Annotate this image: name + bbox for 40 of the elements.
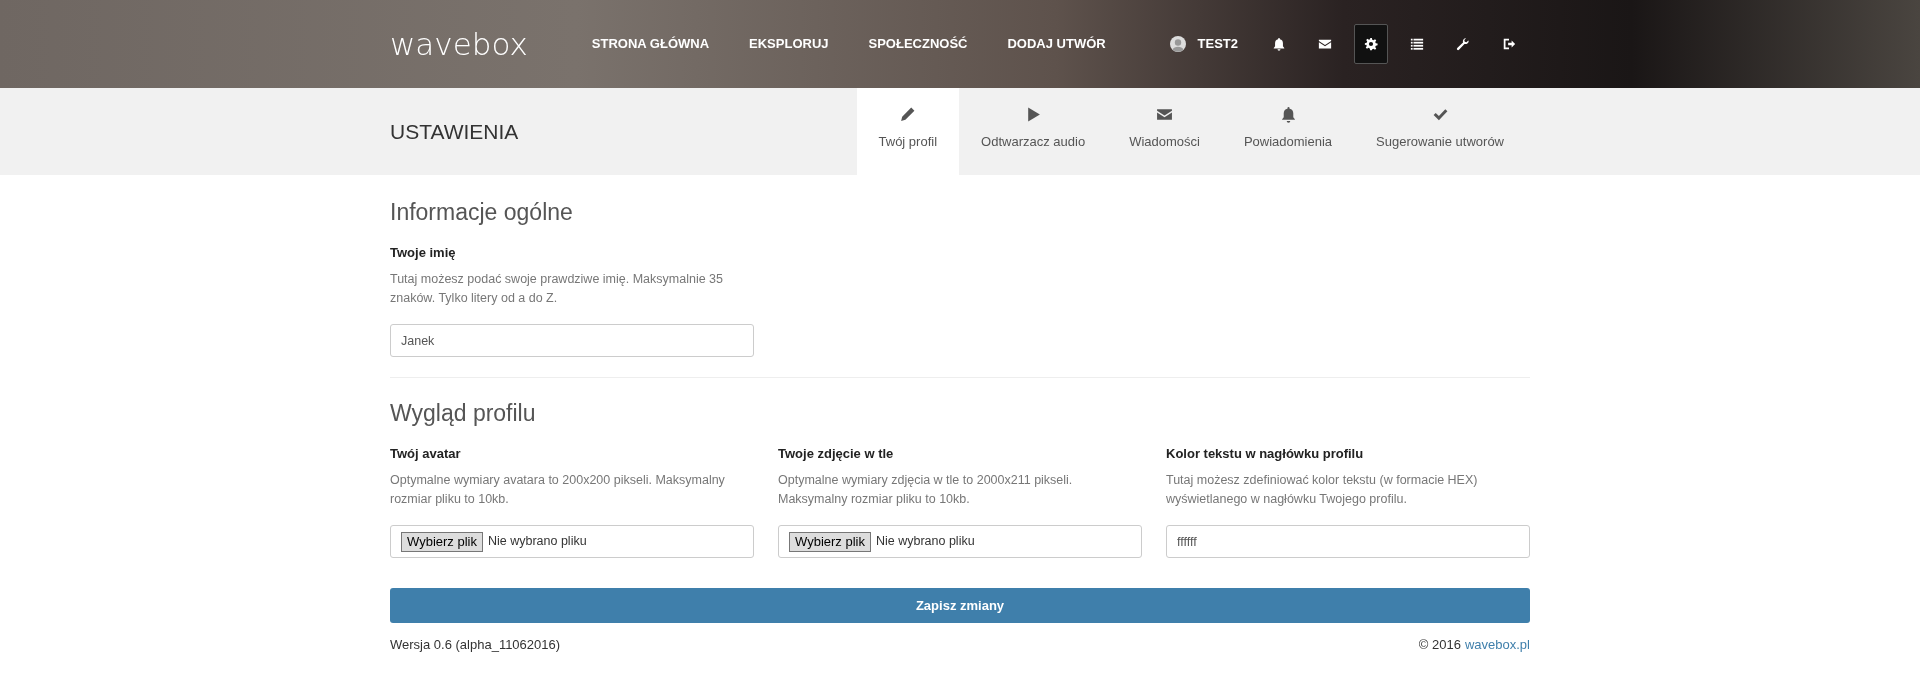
envelope-icon [1156,106,1173,123]
pencil-icon [899,106,917,123]
settings-tab[interactable]: Sugerowanie utworów [1354,88,1526,175]
file-field[interactable]: Wybierz plik Nie wybrano pliku [778,525,1142,559]
nav-link[interactable]: STRONA GŁÓWNA [583,34,718,54]
choose-file-button[interactable]: Wybierz plik [401,531,483,552]
settings-tab[interactable]: Powiadomienia [1221,88,1355,175]
save-button[interactable]: Zapisz zmiany [390,588,1530,624]
text-field[interactable]: ffffff [1166,525,1530,559]
check-icon [1431,106,1449,123]
choose-file-button[interactable]: Wybierz plik [789,531,871,552]
copyright-text: © 2016 [1418,636,1461,655]
file-field[interactable]: Wybierz plik Nie wybrano pliku [390,525,754,559]
settings-icon[interactable] [1354,24,1388,64]
field-label: Twoje imię [390,243,457,262]
nav-link[interactable]: EKSPLORUJ [741,34,837,54]
help-text: Optymalne wymiary zdjęcia w tle to 2000x211 pikseli. Maksymalny rozmiar pliku to 10kb. [778,472,1074,509]
help-text: Optymalne wymiary avatara to 200x200 pikseli. Maksymalny rozmiar pliku to 10kb. [390,472,726,509]
section-title: Informacje ogólne [390,199,574,227]
settings-tab[interactable]: Odtwarzacz audio [959,88,1108,175]
username[interactable]: TEST2 [1197,34,1238,54]
bell-icon [1279,106,1297,123]
help-text: Tutaj możesz zdefiniować kolor tekstu (w formacie HEX) wyświetlanego w nagłówku Twojego profilu. [1166,472,1479,509]
field-label: Kolor tekstu w nagłówku profilu [1166,444,1365,463]
page-title: USTAWIENIA [390,118,519,145]
section-title: Wygląd profilu [390,400,537,428]
avatar-icon[interactable] [1169,36,1186,52]
settings-tab[interactable]: Twój profil [856,88,960,175]
nav-link[interactable]: DODAJ UTWÓR [999,34,1114,54]
settings-tab[interactable]: Wiadomości [1107,88,1222,175]
nav-link[interactable]: SPOŁECZNOŚĆ [860,34,976,54]
field-label: Twój avatar [390,444,462,463]
help-text: Tutaj możesz podać swoje prawdziwe imię. Maksymalnie 35 znaków. Tylko litery od a do Z. [390,271,724,308]
text-field[interactable]: Janek [390,324,754,358]
logo[interactable]: wavebox [390,20,528,68]
field-label: Twoje zdjęcie w tle [778,444,895,463]
file-status: Nie wybrano pliku [875,533,975,551]
version-text: Wersja 0.6 (alpha_11062016) [390,636,561,655]
site-link[interactable]: wavebox.pl [1464,635,1530,655]
file-status: Nie wybrano pliku [487,533,587,551]
